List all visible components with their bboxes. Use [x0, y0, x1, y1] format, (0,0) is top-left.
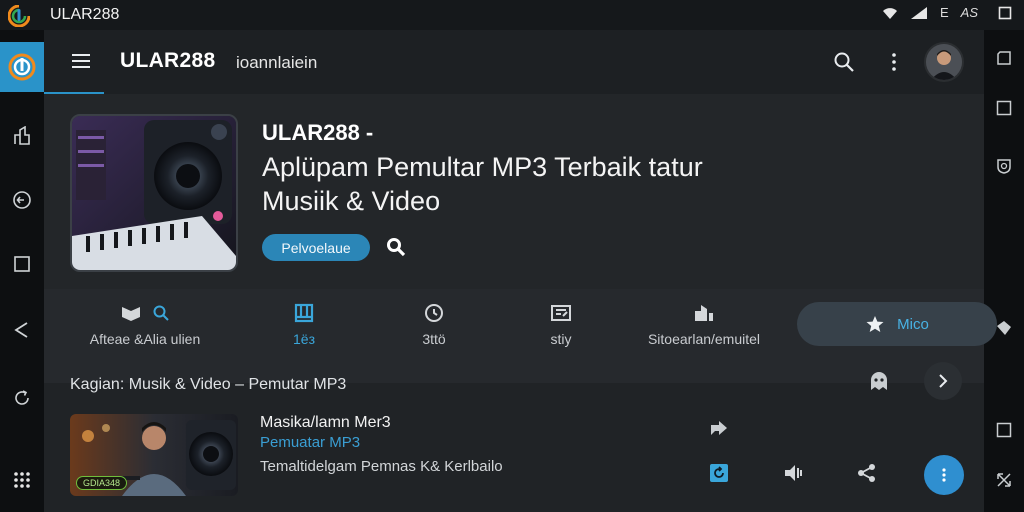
logo-icon — [8, 53, 36, 81]
track-title[interactable]: Masika/lamn Mer3 — [260, 414, 391, 432]
more-vert-icon — [942, 468, 946, 482]
share-icon — [14, 126, 30, 145]
status-text-e: E — [939, 5, 949, 20]
hero-section: ULAR288 - Aplüpam Pemultar MP3 Terbaik t… — [44, 94, 984, 289]
triangle-back-icon — [14, 322, 28, 338]
square-icon — [14, 256, 30, 272]
grid-icon — [14, 472, 30, 488]
right-rail-square-button-2[interactable] — [992, 418, 1016, 442]
track-share-button[interactable] — [854, 460, 880, 486]
track-description: Temaltidelgam Pemnas K& Kerlbailo — [260, 458, 503, 475]
status-indicators: E AS — [882, 5, 1012, 20]
rail-back-circle-button[interactable] — [8, 186, 36, 214]
right-rail-expand-button[interactable] — [992, 468, 1016, 492]
tab-disc[interactable]: 3ttö — [404, 301, 464, 351]
search-icon[interactable] — [832, 50, 856, 74]
right-rail — [984, 30, 1024, 512]
status-bar: ULAR288 E AS — [0, 0, 1024, 30]
status-app-name: ULAR288 — [50, 6, 120, 23]
expand-icon — [997, 473, 1011, 487]
tab-video[interactable]: stiy — [531, 301, 591, 351]
share-icon — [858, 464, 875, 482]
tab-label: stiy — [550, 331, 572, 347]
right-rail-copy-button[interactable] — [992, 46, 1016, 70]
tab-library[interactable]: Sitoearlan/emuitel — [634, 301, 774, 351]
app-title: ULAR288 — [120, 49, 216, 72]
rail-logo[interactable] — [0, 42, 44, 92]
search-icon — [153, 305, 169, 321]
rail-grid-button[interactable] — [8, 466, 36, 494]
tab-active[interactable]: 1ёз — [274, 301, 334, 351]
category-label: Kagian: Musik & Video – Pemutar MP3 — [70, 376, 347, 393]
category-next-button[interactable] — [924, 362, 962, 400]
grid-icon — [294, 303, 314, 323]
tab-label: Afteae &Alia ulien — [89, 331, 201, 347]
copy-icon — [997, 51, 1011, 65]
tab-selected-pill[interactable]: Mico — [797, 302, 997, 346]
signal-icon — [910, 6, 927, 19]
hero-play-button[interactable]: Pelvoelaue — [262, 234, 370, 261]
square-icon — [996, 422, 1012, 438]
right-rail-shield-button[interactable] — [992, 154, 1016, 178]
shield-icon — [997, 159, 1011, 174]
avatar[interactable] — [924, 42, 964, 82]
back-circle-icon — [13, 191, 31, 209]
track-more-fab[interactable] — [924, 455, 964, 495]
track-thumbnail[interactable]: GDIA348 — [70, 414, 238, 496]
chevron-right-icon — [939, 374, 948, 388]
battery-icon — [998, 6, 1012, 19]
tab-label: 3ttö — [422, 331, 446, 347]
tab-label: Sitoearlan/emuitel — [647, 331, 761, 347]
tab-audio-video[interactable]: Afteae &Alia ulien — [70, 301, 220, 351]
hero-search-icon[interactable] — [384, 235, 408, 259]
volume-icon — [785, 465, 802, 481]
disc-icon — [425, 304, 443, 322]
diamond-icon — [997, 321, 1011, 335]
app-subtitle: ioannlaiein — [236, 53, 318, 72]
hero-heading: Aplüpam Pemultar MP3 Terbaik tatur Musii… — [262, 152, 703, 216]
rail-square-button[interactable] — [8, 250, 36, 278]
app-window: ULAR288 ioannlaiein ULAR288 - Aplüpam Pe… — [44, 30, 997, 512]
rail-refresh-button[interactable] — [8, 384, 36, 412]
repeat-icon — [710, 464, 728, 482]
rail-triangle-back-button[interactable] — [8, 316, 36, 344]
track-repeat-button[interactable] — [706, 460, 732, 486]
wifi-icon — [882, 7, 897, 19]
right-rail-square-button[interactable] — [992, 96, 1016, 120]
tab-label: 1ёз — [293, 331, 315, 347]
square-icon — [996, 100, 1012, 116]
hero-title: ULAR288 - — [262, 120, 374, 145]
tab-bar: Afteae &Alia ulien 1ёз 3ttö stiy Sitoear… — [44, 289, 997, 383]
tab-selected-label: Mico — [897, 315, 929, 333]
track-badge: GDIA348 — [76, 476, 128, 490]
app-logo-icon — [8, 5, 30, 27]
ghost-icon[interactable] — [864, 366, 894, 396]
track-volume-button[interactable] — [780, 460, 806, 486]
music-icon — [122, 307, 140, 321]
video-icon — [551, 305, 571, 321]
track-forward-button[interactable] — [706, 415, 732, 441]
library-icon — [695, 305, 713, 321]
star-icon — [866, 316, 884, 332]
refresh-icon — [15, 390, 29, 405]
more-vert-icon[interactable] — [882, 50, 906, 74]
status-text-as: AS — [960, 5, 978, 20]
menu-icon[interactable] — [70, 50, 92, 72]
left-rail — [0, 30, 44, 512]
rail-share-button[interactable] — [8, 122, 36, 150]
forward-icon — [711, 421, 727, 435]
hero-artwork[interactable] — [70, 114, 238, 272]
app-bar: ULAR288 ioannlaiein — [44, 30, 984, 95]
track-subtitle: Pemuatar MP3 — [260, 434, 361, 451]
